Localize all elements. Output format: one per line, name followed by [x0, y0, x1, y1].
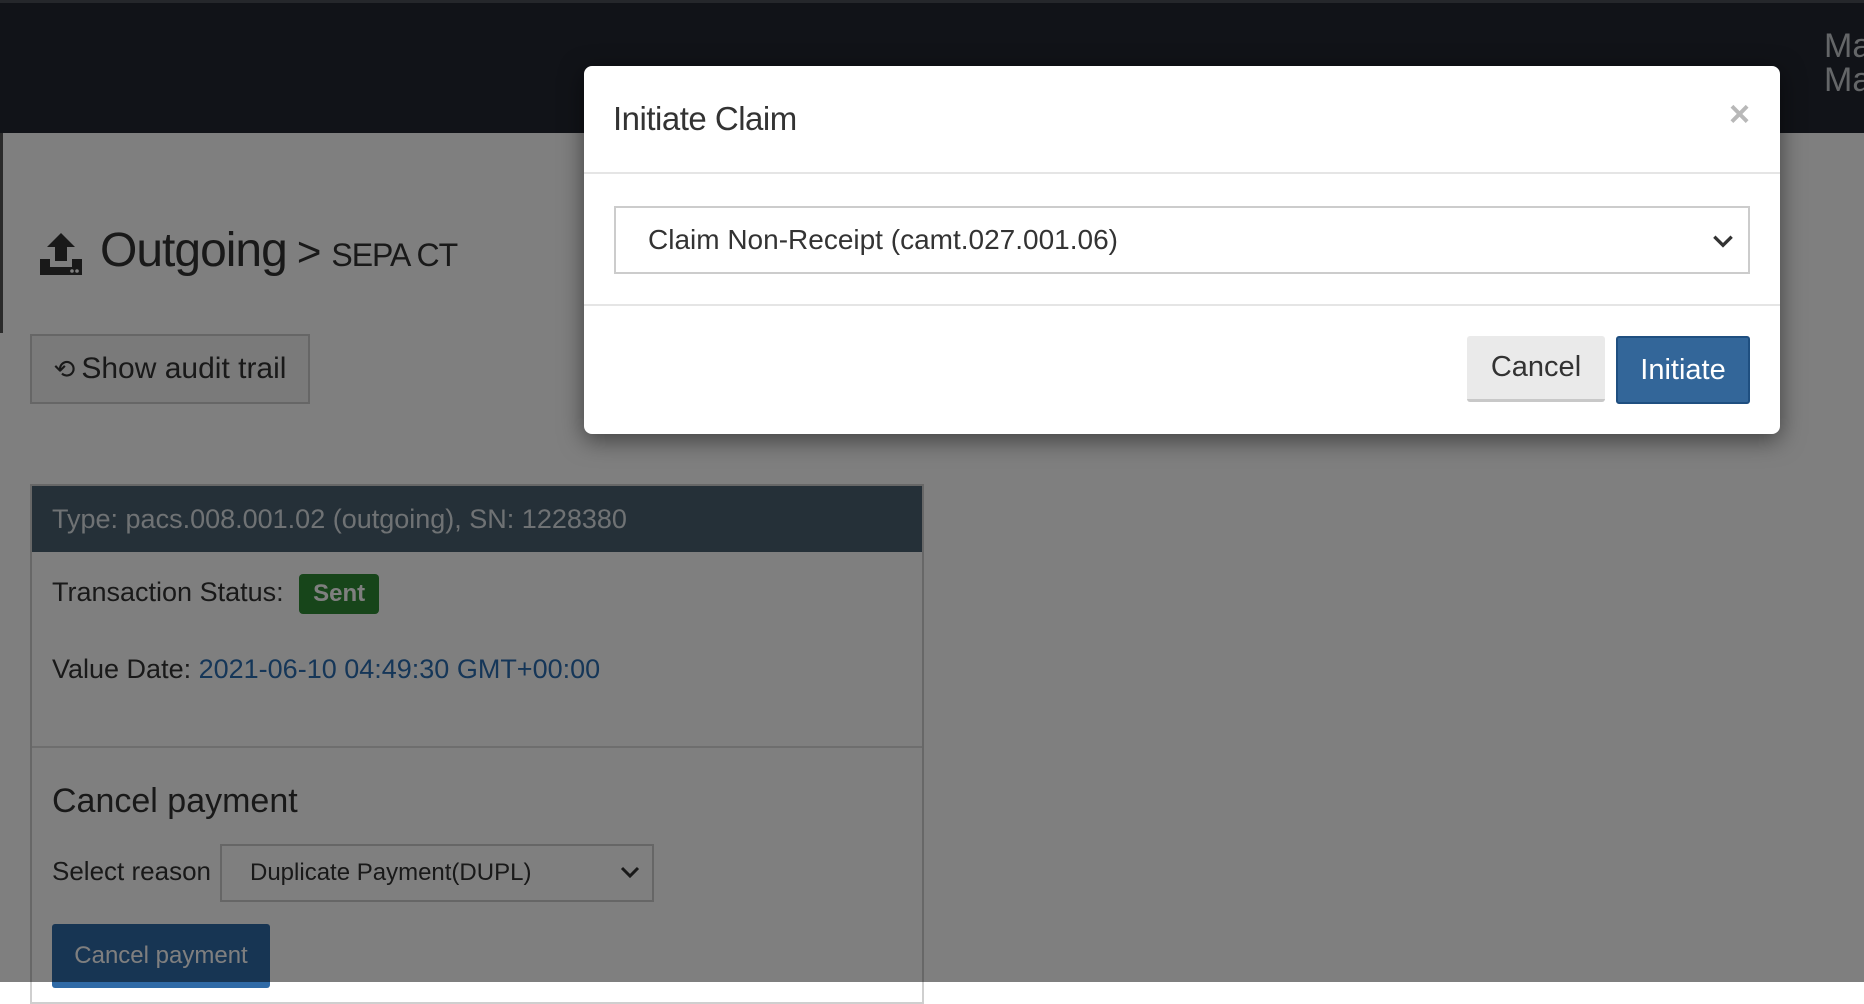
claim-type-select[interactable]: Claim Non-Receipt (camt.027.001.06) — [614, 206, 1750, 274]
modal-title: Initiate Claim — [613, 100, 797, 137]
modal-header: Initiate Claim × — [584, 66, 1780, 174]
claim-type-select-value: Claim Non-Receipt (camt.027.001.06) — [648, 224, 1118, 255]
close-icon[interactable]: × — [1729, 96, 1750, 132]
initiate-claim-modal: Initiate Claim × Claim Non-Receipt (camt… — [584, 66, 1780, 434]
chevron-down-icon — [1713, 235, 1733, 248]
modal-footer-divider — [584, 304, 1780, 306]
initiate-button[interactable]: Initiate — [1616, 336, 1750, 404]
cancel-button[interactable]: Cancel — [1467, 336, 1605, 402]
